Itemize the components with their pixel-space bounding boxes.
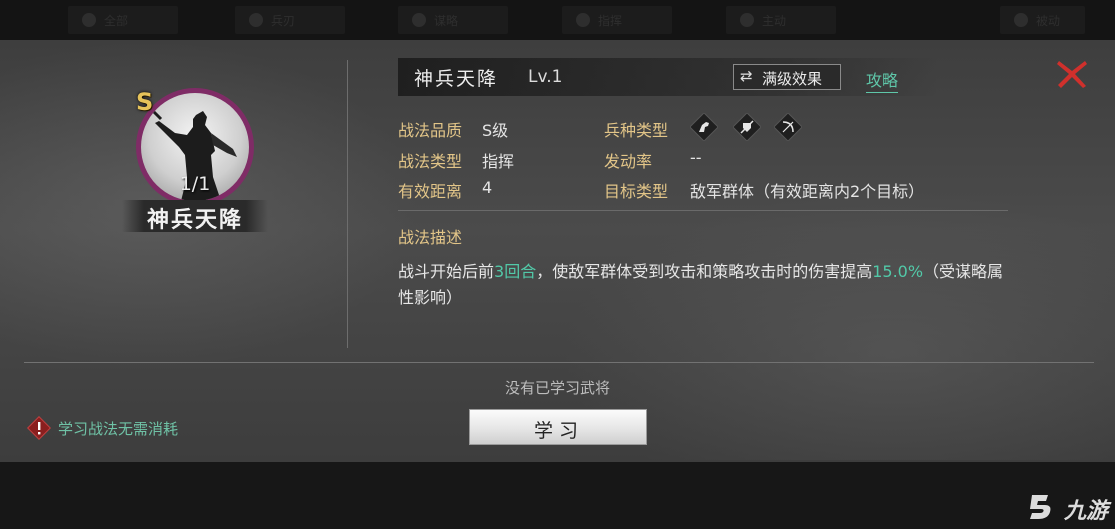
warning-text: 学习战法无需消耗	[58, 420, 179, 438]
learn-button-label: 学习	[533, 420, 584, 442]
tab-strategy[interactable]: 谋略	[398, 6, 508, 34]
cavalry-icon	[689, 112, 719, 142]
trigger-rate-label: 发动率	[604, 152, 653, 171]
footer-divider	[24, 362, 1094, 363]
description-text: 战斗开始后前3回合，使敌军群体受到攻击和策略攻击时的伤害提高15.0%（受谋略属…	[398, 259, 1018, 311]
description-part: ，使敌军群体受到攻击和策略攻击时的伤害提高	[536, 262, 873, 281]
swap-icon: ⇄	[740, 67, 753, 85]
bottom-bar	[0, 462, 1115, 529]
description-highlight: 15.0%	[872, 262, 924, 281]
close-x-shape	[1057, 61, 1087, 88]
troop-type-label: 兵种类型	[604, 121, 669, 140]
tab-command[interactable]: 指挥	[562, 6, 672, 34]
skill-count: 1/1	[179, 173, 211, 195]
warning-icon	[26, 415, 52, 441]
no-general-text: 没有已学习武将	[504, 379, 610, 397]
guide-link[interactable]: 攻略	[866, 67, 899, 93]
name-plate: 神兵天降	[122, 200, 268, 233]
tab-weapon[interactable]: 兵刃	[235, 6, 345, 34]
tab-passive[interactable]: 被动	[1000, 6, 1085, 34]
tab-all[interactable]: 全部	[68, 6, 178, 34]
learn-button[interactable]: 学习	[469, 409, 647, 445]
range-value: 4	[482, 178, 493, 197]
description-title: 战法描述	[398, 228, 463, 247]
section-divider	[398, 210, 1008, 211]
description-part: 战斗开始后前	[398, 262, 495, 281]
quality-value: S级	[482, 121, 509, 140]
skill-name-label: 神兵天降	[146, 207, 243, 233]
tab-icon	[1014, 13, 1028, 27]
close-icon[interactable]	[1055, 58, 1089, 90]
target-type-value: 敌军群体（有效距离内2个目标）	[690, 182, 925, 201]
type-label: 战法类型	[398, 152, 463, 171]
watermark-logo: 九游	[1026, 489, 1112, 524]
quality-label: 战法品质	[398, 121, 463, 140]
range-label: 有效距离	[398, 182, 463, 201]
description-highlight: 3回合	[494, 262, 537, 281]
vertical-divider	[347, 60, 348, 348]
max-level-effect-label: 满级效果	[762, 70, 823, 88]
nine-game-logo-icon	[1030, 495, 1051, 519]
max-level-effect-button[interactable]: ⇄ 满级效果	[733, 64, 841, 90]
skill-level: Lv.1	[528, 67, 563, 87]
trigger-rate-value: --	[690, 148, 702, 167]
tab-icon	[576, 13, 590, 27]
tab-icon	[249, 13, 263, 27]
tab-icon	[412, 13, 426, 27]
skill-title: 神兵天降	[414, 68, 499, 90]
tab-active[interactable]: 主动	[726, 6, 836, 34]
watermark-text: 九游	[1064, 499, 1109, 524]
tab-icon	[82, 13, 96, 27]
grade-badge: S	[136, 88, 154, 116]
bow-icon	[773, 112, 803, 142]
shield-icon	[732, 112, 762, 142]
target-type-label: 目标类型	[604, 182, 669, 201]
tab-icon	[740, 13, 754, 27]
top-tab-bar: 全部 兵刃 谋略 指挥 主动 被动	[0, 0, 1115, 40]
type-value: 指挥	[482, 152, 515, 171]
